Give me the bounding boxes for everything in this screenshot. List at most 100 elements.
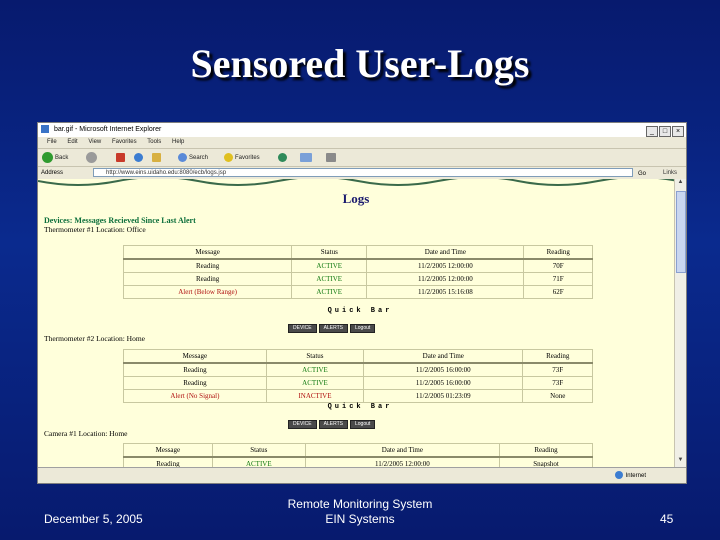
cell-message: Reading	[122, 258, 293, 273]
menu-view[interactable]: View	[88, 139, 101, 145]
col-reading: Reading	[522, 349, 593, 364]
table-row: Reading ACTIVE 11/2/2005 12:00:00 70F	[122, 258, 593, 273]
col-status: Status	[211, 443, 306, 458]
table-row: Reading ACTIVE 11/2/2005 16:00:00 73F	[123, 362, 593, 377]
menu-help[interactable]: Help	[172, 139, 184, 145]
table-header-row: Message Status Date and Time Reading	[123, 349, 593, 364]
col-status: Status	[291, 245, 368, 260]
section-header: Thermometer #1 Location: Office	[44, 225, 146, 234]
search-icon	[178, 152, 187, 162]
cell-message: Reading	[123, 362, 267, 377]
cell-message: Alert (Below Range)	[122, 285, 293, 299]
back-arrow-icon	[42, 152, 53, 163]
search-button[interactable]: Search	[178, 152, 208, 164]
media-button[interactable]	[278, 152, 289, 164]
refresh-icon	[134, 152, 143, 162]
print-button[interactable]	[326, 152, 338, 164]
cell-reading: 71F	[523, 272, 593, 286]
log-table: Message Status Date and Time Reading Rea…	[123, 443, 593, 467]
status-bar: Internet	[38, 467, 686, 483]
col-datetime: Date and Time	[304, 443, 501, 458]
cell-datetime: 11/2/2005 16:00:00	[363, 376, 524, 390]
alerts-button[interactable]: ALERTS	[318, 324, 348, 333]
device-button[interactable]: DEVICE	[288, 420, 317, 429]
scroll-thumb[interactable]	[676, 191, 686, 273]
menu-edit[interactable]: Edit	[67, 139, 77, 145]
cell-message: Reading	[123, 376, 267, 390]
mail-button[interactable]	[300, 152, 314, 164]
forward-arrow-icon	[86, 152, 97, 163]
table-row: Reading ACTIVE 11/2/2005 12:00:00 Snapsh…	[123, 456, 593, 467]
menu-tools[interactable]: Tools	[147, 139, 161, 145]
scroll-up-icon[interactable]: ▲	[675, 179, 686, 189]
table-row: Reading ACTIVE 11/2/2005 12:00:00 71F	[122, 272, 593, 286]
cell-reading: 62F	[523, 285, 593, 299]
forward-button[interactable]	[86, 152, 99, 164]
mail-icon	[300, 152, 312, 162]
home-icon	[152, 152, 161, 162]
print-icon	[326, 152, 336, 162]
cell-status: ACTIVE	[211, 456, 306, 467]
cell-reading: Snapshot	[499, 456, 593, 467]
logout-button[interactable]: Logout	[350, 324, 376, 333]
cell-reading: None	[522, 389, 593, 403]
alerts-button[interactable]: ALERTS	[318, 420, 348, 429]
cell-status: INACTIVE	[265, 389, 365, 403]
cell-datetime: 11/2/2005 15:16:08	[366, 285, 525, 299]
toolbar: Back Search Favorites	[38, 148, 686, 167]
device-button[interactable]: DEVICE	[288, 324, 317, 333]
cell-status: ACTIVE	[291, 258, 368, 273]
table-header-row: Message Status Date and Time Reading	[123, 443, 593, 458]
log-table: Message Status Date and Time Reading Rea…	[123, 349, 593, 403]
close-icon[interactable]: ×	[672, 126, 684, 137]
minimize-icon[interactable]: _	[646, 126, 658, 137]
security-zone: Internet	[614, 468, 646, 483]
table-row: Alert (Below Range) ACTIVE 11/2/2005 15:…	[122, 285, 593, 299]
maximize-icon[interactable]: □	[659, 126, 671, 137]
footer-line-1: Remote Monitoring System	[287, 497, 433, 511]
col-reading: Reading	[499, 443, 593, 458]
scroll-down-icon[interactable]: ▼	[675, 457, 686, 467]
logout-button[interactable]: Logout	[350, 420, 376, 429]
back-label: Back	[55, 155, 69, 162]
quick-bar-title: Quick Bar	[327, 307, 393, 315]
col-datetime: Date and Time	[363, 349, 524, 364]
cell-datetime: 11/2/2005 12:00:00	[366, 258, 525, 273]
address-input[interactable]: http://www.eins.uidaho.edu:8080/ecb/logs…	[93, 168, 633, 177]
refresh-button[interactable]	[134, 152, 145, 164]
media-icon	[278, 152, 287, 162]
cell-status: ACTIVE	[265, 362, 365, 377]
table-row: Alert (No Signal) INACTIVE 11/2/2005 01:…	[123, 389, 593, 403]
cell-message: Reading	[123, 456, 213, 467]
ie-icon	[41, 125, 49, 134]
stop-button[interactable]	[116, 152, 127, 164]
links-button[interactable]: Links	[663, 167, 677, 179]
address-label: Address	[41, 170, 64, 176]
decorative-wave	[38, 179, 674, 186]
favorites-button[interactable]: Favorites	[224, 152, 260, 164]
col-message: Message	[123, 349, 267, 364]
menu-file[interactable]: File	[47, 139, 57, 145]
cell-message: Reading	[122, 272, 293, 286]
log-table: Message Status Date and Time Reading Rea…	[122, 245, 593, 299]
home-button[interactable]	[152, 152, 163, 164]
back-button[interactable]: Back	[42, 152, 68, 164]
slide-title: Sensored User-Logs	[190, 41, 530, 86]
cell-datetime: 11/2/2005 12:00:00	[366, 272, 525, 286]
quick-bar: DEVICE ALERTS Logout	[288, 316, 418, 334]
vertical-scrollbar[interactable]: ▲ ▼	[674, 179, 686, 467]
menu-bar: File Edit View Favorites Tools Help	[38, 137, 686, 148]
cell-datetime: 11/2/2005 01:23:09	[363, 389, 524, 403]
section-header: Camera #1 Location: Home	[44, 429, 128, 438]
menu-favorites[interactable]: Favorites	[112, 139, 137, 145]
page-content: Logs Devices: Messages Recieved Since La…	[38, 179, 674, 467]
footer-center: Remote Monitoring System EIN Systems	[260, 497, 460, 527]
cell-status: ACTIVE	[291, 272, 368, 286]
col-datetime: Date and Time	[366, 245, 525, 260]
footer-date: December 5, 2005	[44, 512, 143, 526]
cell-message: Alert (No Signal)	[123, 389, 267, 403]
globe-icon	[614, 471, 623, 480]
footer-line-2: EIN Systems	[325, 512, 395, 526]
stop-icon	[116, 152, 125, 162]
alert-heading: Devices: Messages Recieved Since Last Al…	[44, 216, 196, 225]
